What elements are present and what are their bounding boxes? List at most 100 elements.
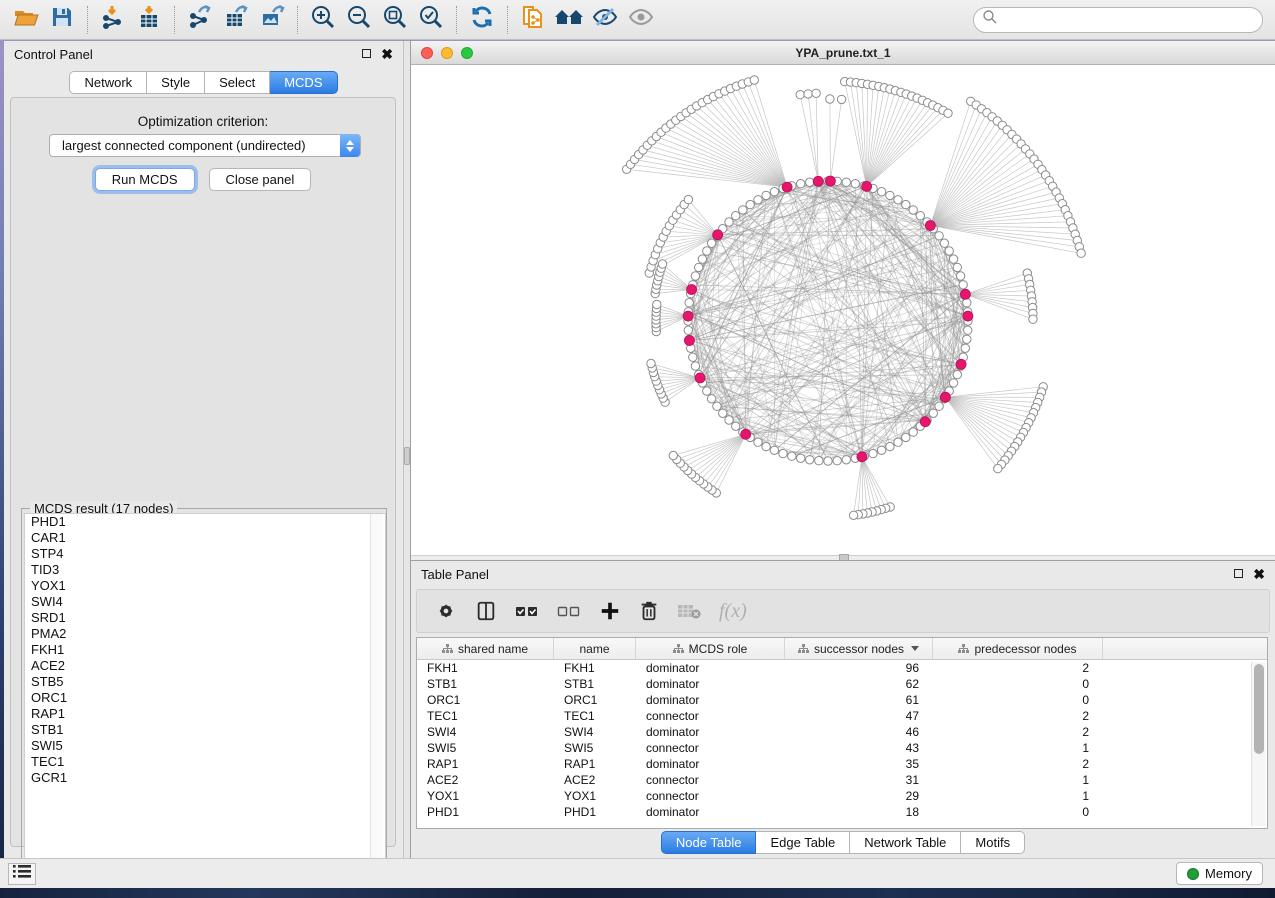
refresh-view-button[interactable] [464, 4, 500, 36]
graph-node[interactable] [961, 344, 969, 352]
table-row[interactable]: ORC1ORC1dominator610 [417, 692, 1267, 708]
graph-node[interactable] [824, 457, 832, 465]
graph-hub-node[interactable] [940, 392, 950, 402]
tab-motifs[interactable]: Motifs [961, 831, 1025, 854]
graph-node[interactable] [959, 281, 967, 289]
graph-node[interactable] [964, 326, 972, 334]
graph-node[interactable] [945, 247, 953, 255]
mcds-result-item[interactable]: SWI5 [25, 738, 385, 754]
graph-node[interactable] [703, 387, 711, 395]
graph-hub-node[interactable] [782, 182, 792, 192]
graph-node[interactable] [902, 200, 910, 208]
search-input[interactable] [998, 12, 1254, 27]
graph-leaf-node[interactable] [750, 76, 758, 84]
graph-node[interactable] [902, 433, 910, 441]
graph-node[interactable] [684, 326, 692, 334]
column-header-name[interactable]: name [554, 638, 636, 659]
graph-node[interactable] [689, 353, 697, 361]
mcds-result-item[interactable]: ACE2 [25, 658, 385, 674]
graph-node[interactable] [691, 272, 699, 280]
graph-hub-node[interactable] [684, 336, 694, 346]
graph-node[interactable] [894, 196, 902, 204]
graph-hub-node[interactable] [687, 285, 697, 295]
graph-leaf-node[interactable] [647, 359, 655, 367]
float-table-panel-button[interactable] [1234, 565, 1243, 583]
graph-node[interactable] [797, 454, 805, 462]
graph-node[interactable] [869, 449, 877, 457]
graph-hub-node[interactable] [713, 230, 723, 240]
graph-node[interactable] [916, 212, 924, 220]
graph-hub-node[interactable] [741, 429, 751, 439]
mcds-result-item[interactable]: SRD1 [25, 610, 385, 626]
graph-node[interactable] [797, 180, 805, 188]
close-panel-icon-button[interactable]: ✖ [381, 47, 393, 61]
graph-node[interactable] [877, 188, 885, 196]
column-header-predecessor-nodes[interactable]: predecessor nodes [933, 638, 1103, 659]
export-network-button[interactable] [182, 4, 218, 36]
select-all-columns-button[interactable] [515, 602, 539, 620]
graph-hub-node[interactable] [695, 373, 705, 383]
graph-node[interactable] [707, 239, 715, 247]
tab-style[interactable]: Style [147, 71, 205, 94]
open-file-button[interactable] [8, 4, 44, 36]
graph-node[interactable] [935, 402, 943, 410]
search-box[interactable] [973, 7, 1263, 33]
graph-leaf-node[interactable] [658, 260, 666, 268]
graph-node[interactable] [685, 299, 693, 307]
graph-node[interactable] [886, 442, 894, 450]
graph-node[interactable] [877, 446, 885, 454]
mcds-result-item[interactable]: PHD1 [25, 514, 385, 530]
table-row[interactable]: YOX1YOX1connector291 [417, 788, 1267, 804]
create-column-button[interactable] [599, 600, 621, 622]
graph-leaf-node[interactable] [826, 95, 834, 103]
graph-node[interactable] [956, 272, 964, 280]
table-row[interactable]: RAP1RAP1dominator352 [417, 756, 1267, 772]
tab-select[interactable]: Select [205, 71, 270, 94]
tab-network[interactable]: Network [69, 71, 147, 94]
graph-hub-node[interactable] [963, 311, 973, 321]
graph-leaf-node[interactable] [684, 195, 692, 203]
graph-node[interactable] [851, 180, 859, 188]
table-row[interactable]: SWI5SWI5connector431 [417, 740, 1267, 756]
mcds-result-item[interactable]: TEC1 [25, 754, 385, 770]
graph-node[interactable] [929, 409, 937, 417]
graph-node[interactable] [762, 191, 770, 199]
network-canvas[interactable] [411, 65, 1275, 555]
graph-leaf-node[interactable] [944, 109, 952, 117]
import-table-button[interactable] [131, 4, 167, 36]
mcds-result-item[interactable]: SWI4 [25, 594, 385, 610]
column-header-mcds-role[interactable]: MCDS role [636, 638, 785, 659]
graph-node[interactable] [719, 409, 727, 417]
table-row[interactable]: SWI4SWI4dominator462 [417, 724, 1267, 740]
zoom-fit-button[interactable] [377, 4, 413, 36]
tab-node-table[interactable]: Node Table [661, 831, 757, 854]
graph-node[interactable] [949, 379, 957, 387]
graph-node[interactable] [949, 255, 957, 263]
memory-button[interactable]: Memory [1176, 862, 1263, 885]
zoom-selected-button[interactable] [413, 4, 449, 36]
save-session-button[interactable] [44, 4, 80, 36]
hide-selected-button[interactable] [587, 4, 623, 36]
graph-node[interactable] [806, 178, 814, 186]
mcds-list-scrollbar[interactable] [370, 514, 383, 872]
duplicate-network-button[interactable] [515, 4, 551, 36]
graph-leaf-node[interactable] [653, 300, 661, 308]
graph-node[interactable] [754, 438, 762, 446]
close-table-panel-button[interactable]: ✖ [1253, 567, 1265, 581]
graph-node[interactable] [909, 428, 917, 436]
run-mcds-button[interactable]: Run MCDS [95, 168, 195, 191]
graph-node[interactable] [695, 263, 703, 271]
graph-node[interactable] [703, 247, 711, 255]
first-neighbors-button[interactable] [551, 4, 587, 36]
graph-leaf-node[interactable] [837, 95, 845, 103]
mcds-result-item[interactable]: STB1 [25, 722, 385, 738]
graph-node[interactable] [963, 335, 971, 343]
tab-mcds[interactable]: MCDS [270, 71, 337, 94]
graph-node[interactable] [940, 239, 948, 247]
delete-column-button[interactable] [639, 600, 659, 622]
mcds-result-item[interactable]: GCR1 [25, 770, 385, 786]
graph-node[interactable] [842, 456, 850, 464]
graph-node[interactable] [779, 449, 787, 457]
zoom-in-button[interactable] [305, 4, 341, 36]
graph-node[interactable] [707, 395, 715, 403]
